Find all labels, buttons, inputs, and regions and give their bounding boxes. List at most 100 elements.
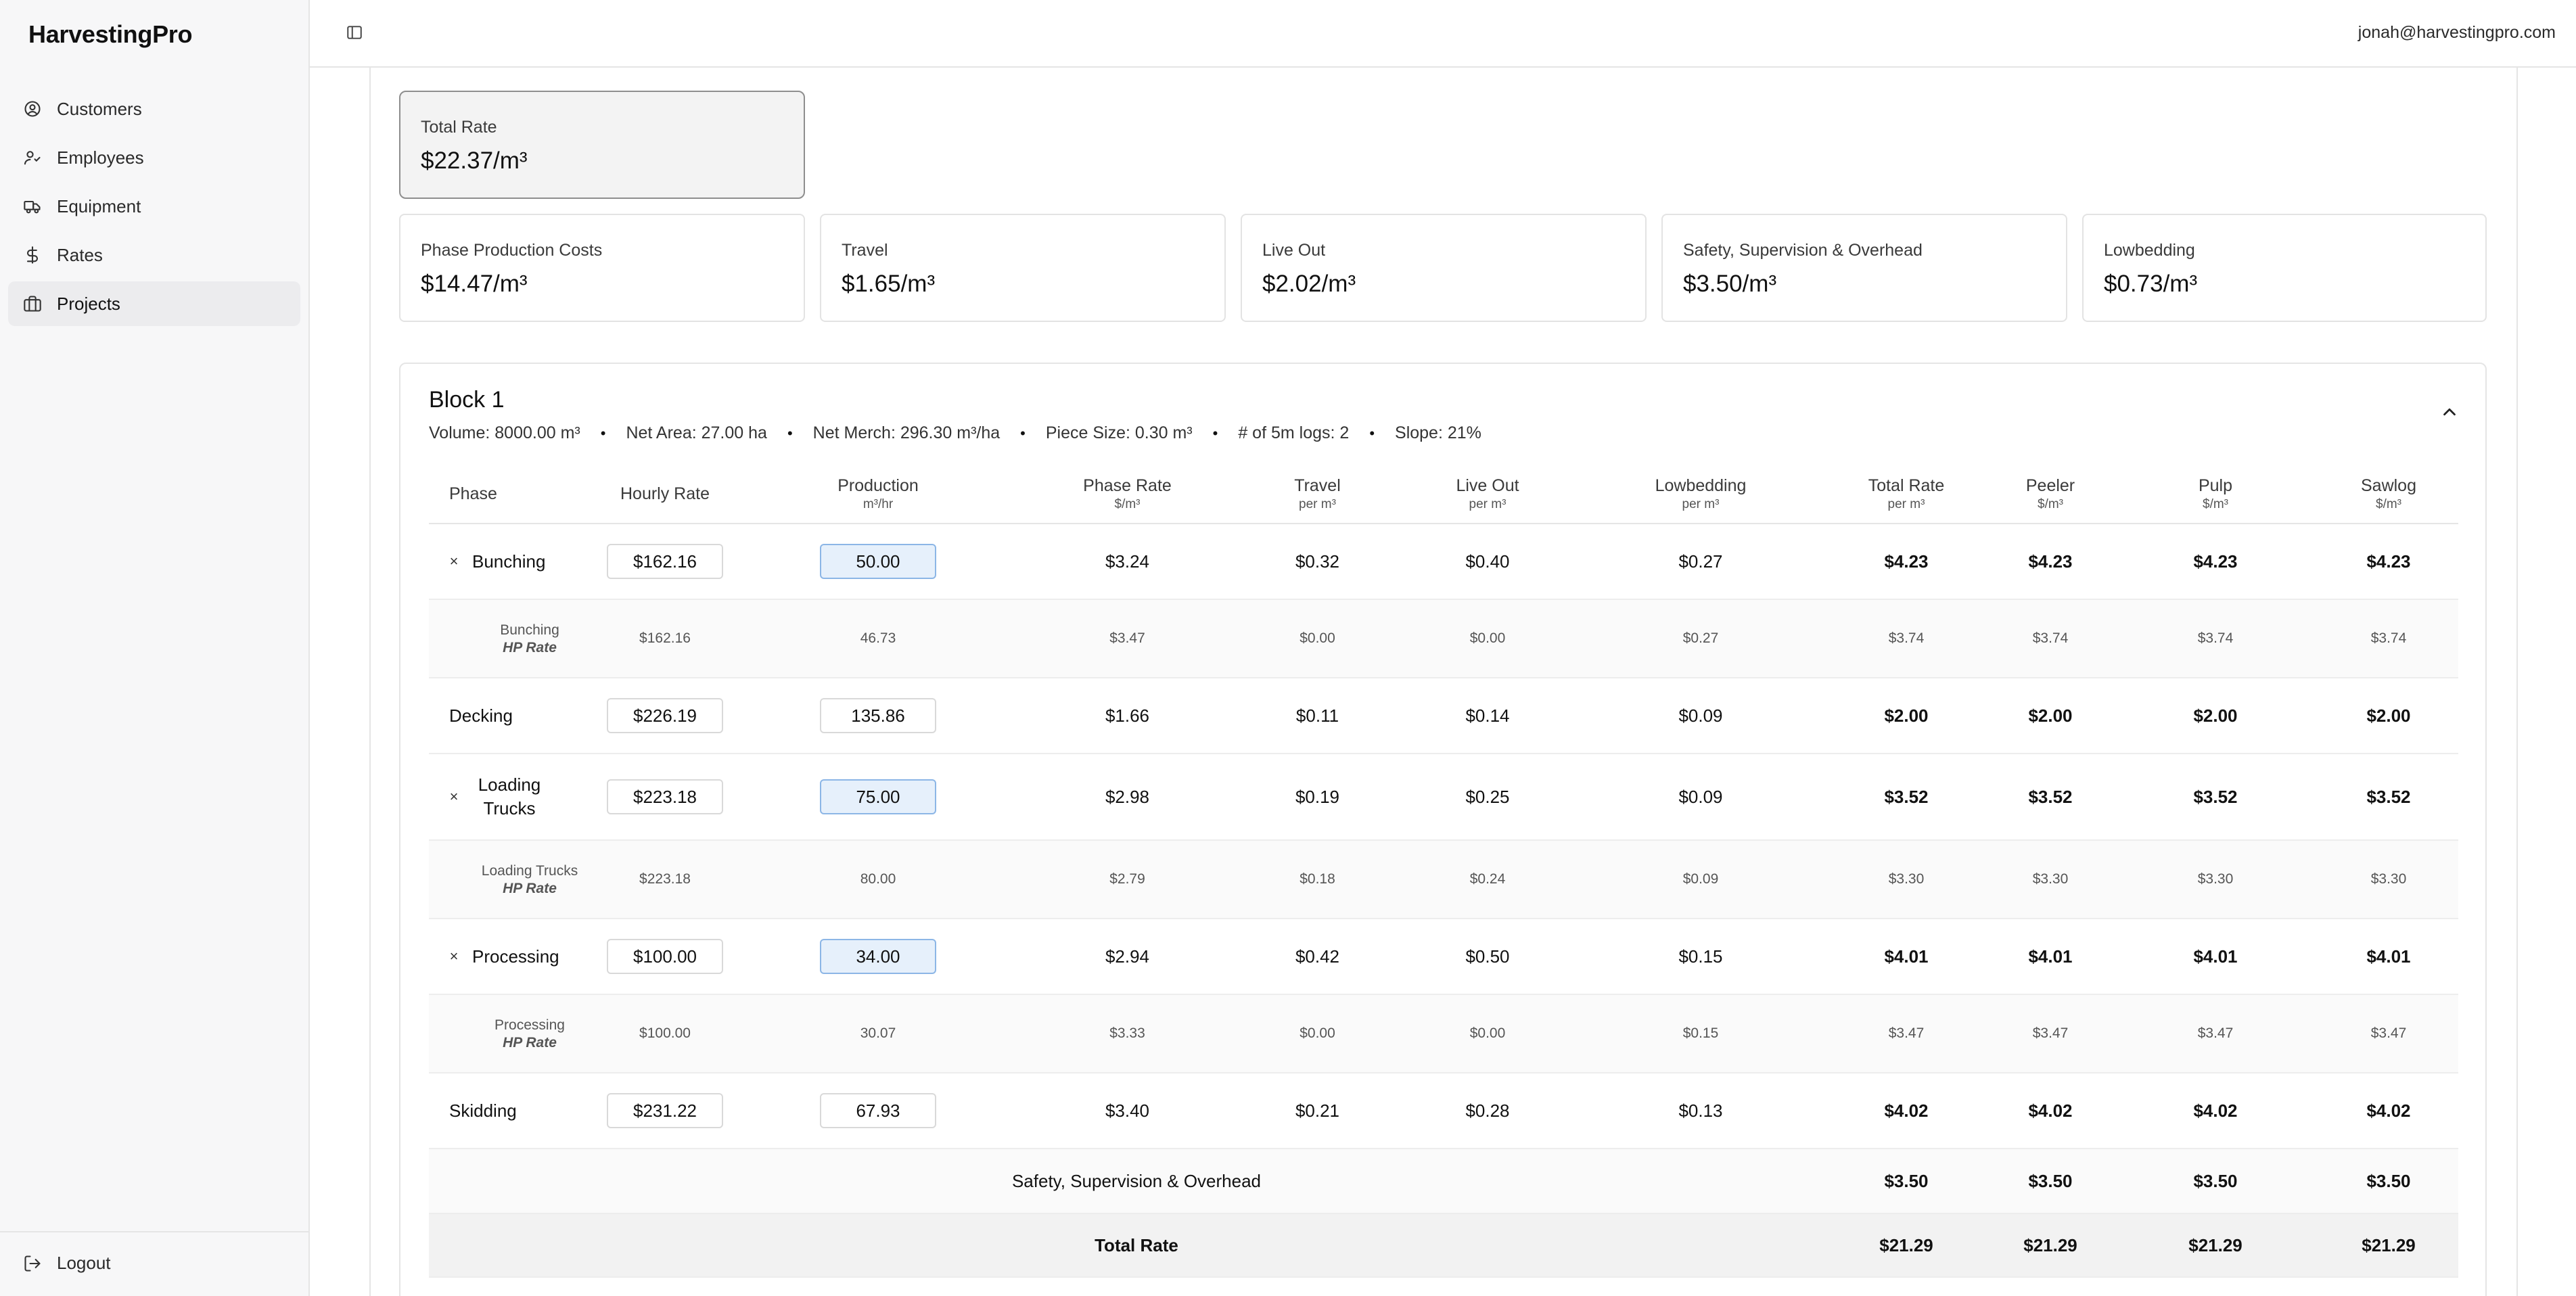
column-header: Live Out per m³ <box>1398 465 1578 524</box>
brand-logo[interactable]: HarvestingPro <box>28 20 192 49</box>
column-header-label: Peeler <box>2025 476 2075 496</box>
phase-rate-cell: $2.98 <box>1017 754 1237 841</box>
hp-lowbedding-cell: $0.09 <box>1578 840 1824 919</box>
phase-rate-cell: $3.40 <box>1017 1073 1237 1149</box>
table-row: × Bunching $162.16 50.00 $3.24 $0.32 $0.40 $0.2… <box>429 524 2458 600</box>
summary-card-label: Travel <box>842 241 888 260</box>
hp-sawlog-cell: $3.30 <box>2319 840 2458 919</box>
hourly-rate-input[interactable]: $223.18 <box>607 779 723 814</box>
live-out-cell: $0.25 <box>1398 754 1578 841</box>
production-input[interactable]: 34.00 <box>820 939 936 974</box>
production-cell: 75.00 <box>739 754 1017 841</box>
hp-sawlog-cell: $3.74 <box>2319 599 2458 678</box>
meta-separator: • <box>1020 424 1026 442</box>
pulp-rate-cell: $4.02 <box>2112 1073 2319 1149</box>
hourly-rate-input[interactable]: $100.00 <box>607 939 723 974</box>
production-cell: 135.86 <box>739 678 1017 754</box>
hp-peeler-cell: $3.47 <box>1989 994 2112 1073</box>
phase-rate-cell: $1.66 <box>1017 678 1237 754</box>
travel-cell: $0.21 <box>1237 1073 1398 1149</box>
hp-production-cell: 46.73 <box>739 599 1017 678</box>
hp-live-out-cell: $0.00 <box>1398 994 1578 1073</box>
column-header-unit: per m³ <box>1887 496 1925 511</box>
sawlog-rate-cell: $3.52 <box>2319 754 2458 841</box>
phase-rate-cell: $3.24 <box>1017 524 1237 600</box>
phase-name: Skidding <box>449 1100 517 1121</box>
total-rate-cell: $3.52 <box>1824 754 1989 841</box>
hourly-rate-input[interactable]: $231.22 <box>607 1093 723 1128</box>
summary-card-value: $1.65/m³ <box>842 271 936 297</box>
column-header-unit: per m³ <box>1469 496 1506 511</box>
hp-rate-row: Bunching HP Rate $162.16 46.73 $3.47 $0.00 $0.… <box>429 599 2458 678</box>
lowbedding-cell: $0.09 <box>1578 754 1824 841</box>
peeler-rate-cell: $4.01 <box>1989 919 2112 995</box>
travel-cell: $0.11 <box>1237 678 1398 754</box>
peeler-rate-cell: $4.02 <box>1989 1073 2112 1149</box>
production-input[interactable]: 50.00 <box>820 544 936 579</box>
chevron-up-icon[interactable] <box>2439 402 2460 422</box>
column-header-unit: per m³ <box>1682 496 1720 511</box>
sidebar-item-customers[interactable]: Customers <box>8 87 300 131</box>
sidebar-item-projects[interactable]: Projects <box>8 281 300 326</box>
summary-card: Phase Production Costs $14.47/m³ <box>399 214 805 322</box>
hp-travel-cell: $0.00 <box>1237 599 1398 678</box>
summary-card-label: Safety, Supervision & Overhead <box>1683 241 1923 260</box>
hourly-rate-input[interactable]: $162.16 <box>607 544 723 579</box>
total-peeler-cell: $21.29 <box>1989 1213 2112 1278</box>
summary-card-label: Live Out <box>1262 241 1326 260</box>
column-header: Pulp $/m³ <box>2112 465 2319 524</box>
block-title: Block 1 <box>429 387 505 413</box>
sawlog-rate-cell: $4.23 <box>2319 524 2458 600</box>
summary-card-value: $0.73/m³ <box>2104 271 2198 297</box>
user-email[interactable]: jonah@harvestingpro.com <box>2358 23 2556 43</box>
sawlog-rate-cell: $4.02 <box>2319 1073 2458 1149</box>
travel-cell: $0.32 <box>1237 524 1398 600</box>
block-meta-item: Net Area: 27.00 ha <box>626 423 767 442</box>
remove-phase-icon[interactable]: × <box>449 788 459 806</box>
total-rate-cell: $4.02 <box>1824 1073 1989 1149</box>
production-input[interactable]: 135.86 <box>820 698 936 733</box>
phase-name: Processing <box>472 946 559 967</box>
sso-total-cell: $3.50 <box>1824 1149 1989 1214</box>
sidebar-nav: Customers Employees Equipment Rates Projects <box>8 87 300 330</box>
column-header-unit: $/m³ <box>2038 496 2063 511</box>
sidebar-toggle-button[interactable] <box>342 22 367 46</box>
remove-phase-icon[interactable]: × <box>449 553 459 570</box>
total-pulp-cell: $21.29 <box>2112 1213 2319 1278</box>
live-out-cell: $0.40 <box>1398 524 1578 600</box>
summary-card-value: $2.02/m³ <box>1262 271 1356 297</box>
sidebar-toggle-icon <box>346 24 363 45</box>
production-input[interactable]: 67.93 <box>820 1093 936 1128</box>
hp-phase-name: Processing <box>495 1017 565 1033</box>
hp-travel-cell: $0.18 <box>1237 840 1398 919</box>
column-header-label: Phase <box>449 484 497 504</box>
sidebar-item-employees[interactable]: Employees <box>8 135 300 180</box>
hourly-rate-cell: $226.19 <box>591 678 739 754</box>
total-rate-cell: $4.23 <box>1824 524 1989 600</box>
column-header-unit: $/m³ <box>1114 496 1141 511</box>
column-header: Phase <box>429 465 591 524</box>
hourly-rate-input[interactable]: $226.19 <box>607 698 723 733</box>
total-rate-value: $22.37/m³ <box>421 147 528 174</box>
production-input[interactable]: 75.00 <box>820 779 936 814</box>
meta-separator: • <box>1369 424 1375 442</box>
sso-sawlog-cell: $3.50 <box>2319 1149 2458 1214</box>
table-row: × Loading Trucks $223.18 75.00 $2.98 $0.19 $0.… <box>429 754 2458 841</box>
total-sawlog-cell: $21.29 <box>2319 1213 2458 1278</box>
column-header-label: Phase Rate <box>1083 476 1172 496</box>
column-header-label: Sawlog <box>2361 476 2416 496</box>
sidebar-item-rates[interactable]: Rates <box>8 233 300 277</box>
pulp-rate-cell: $4.23 <box>2112 524 2319 600</box>
hp-total-cell: $3.30 <box>1824 840 1989 919</box>
live-out-cell: $0.50 <box>1398 919 1578 995</box>
logout-button[interactable]: Logout <box>23 1253 111 1274</box>
column-header: Travel per m³ <box>1237 465 1398 524</box>
hp-phase-rate-cell: $2.79 <box>1017 840 1237 919</box>
hp-peeler-cell: $3.74 <box>1989 599 2112 678</box>
phase-cell: Decking <box>429 678 591 754</box>
column-header-label: Production <box>837 476 919 496</box>
sidebar-item-equipment[interactable]: Equipment <box>8 184 300 229</box>
remove-phase-icon[interactable]: × <box>449 948 459 965</box>
block-meta-item: Slope: 21% <box>1395 423 1481 442</box>
hp-sawlog-cell: $3.47 <box>2319 994 2458 1073</box>
